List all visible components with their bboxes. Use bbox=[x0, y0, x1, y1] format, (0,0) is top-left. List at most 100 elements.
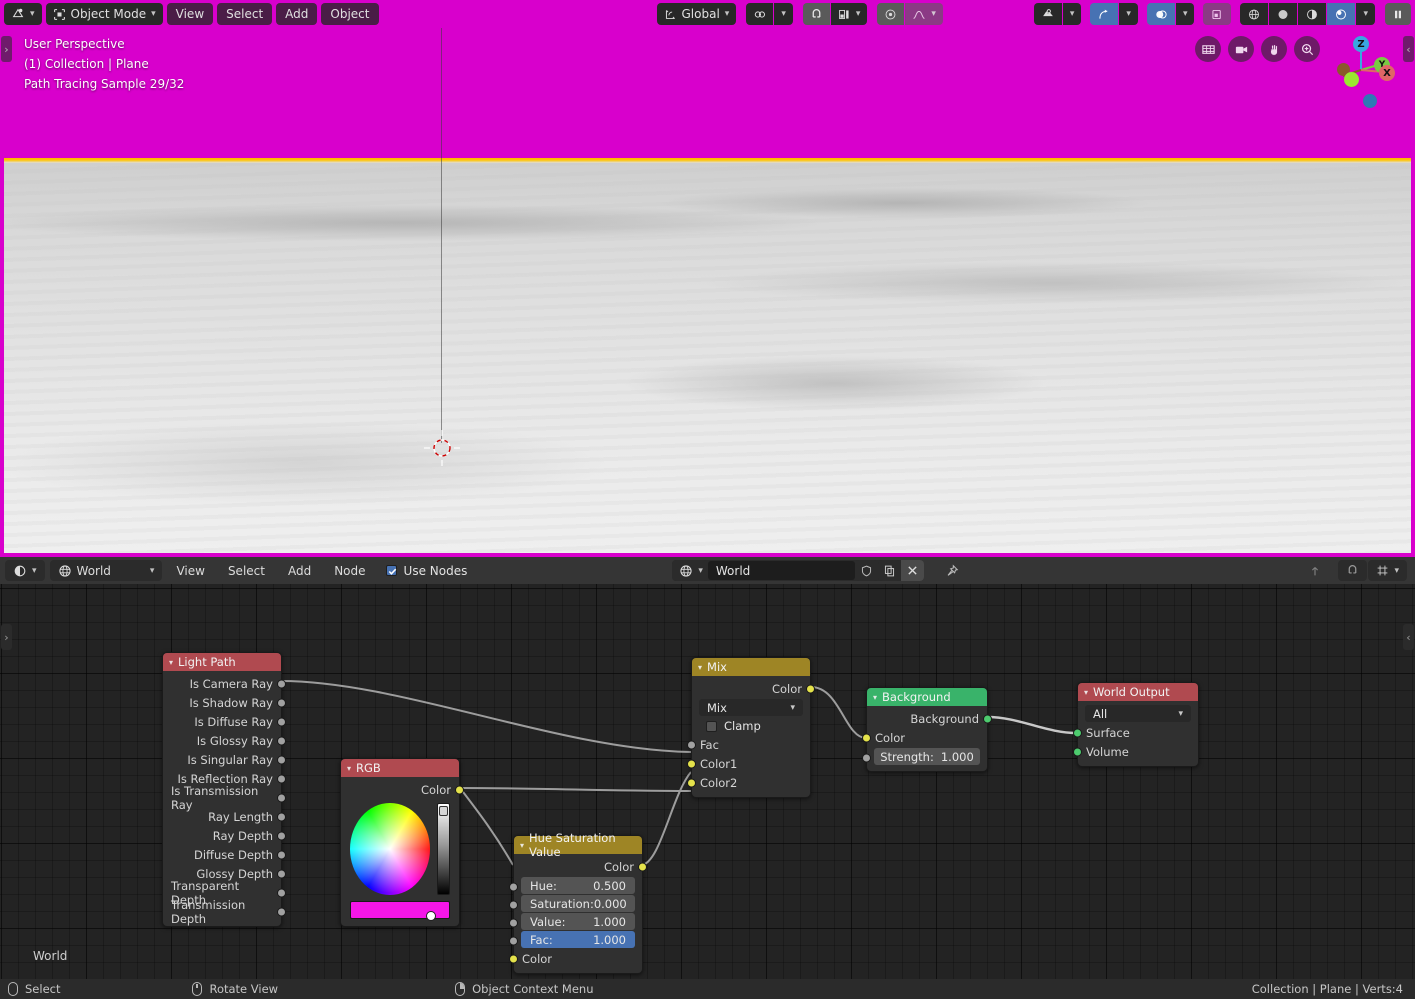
output-target-dropdown[interactable]: All ▾ bbox=[1085, 705, 1191, 722]
node-menu-node[interactable]: Node bbox=[325, 560, 374, 581]
socket-row-mix-color-out[interactable]: Color bbox=[692, 679, 815, 698]
pin-icon[interactable] bbox=[937, 560, 967, 581]
strength-slider[interactable]: Strength: 1.000 bbox=[874, 748, 980, 765]
input-socket[interactable] bbox=[509, 900, 518, 910]
socket-row-is-singular-ray[interactable]: Is Singular Ray bbox=[163, 750, 286, 769]
zoom-view-icon[interactable] bbox=[1294, 36, 1320, 62]
socket-row-rgb-color-out[interactable]: Color bbox=[341, 780, 464, 799]
visibility-dropdown-chevron-icon[interactable]: ▾ bbox=[1062, 3, 1082, 25]
node-hue-saturation-value[interactable]: ▾ Hue Saturation Value Color Hue: 0.500 bbox=[509, 831, 647, 974]
snap-dropdown-chevron-icon[interactable]: ▾ bbox=[774, 3, 793, 25]
input-socket[interactable] bbox=[509, 954, 518, 963]
socket-row-is-shadow-ray[interactable]: Is Shadow Ray bbox=[163, 693, 286, 712]
socket-row-is-transmission-ray[interactable]: Is Transmission Ray bbox=[163, 784, 286, 812]
node-canvas[interactable]: ▾ Light Path Is Camera Ray Is Shadow Ray… bbox=[0, 584, 1415, 979]
viewport-toolbar-toggle[interactable]: › bbox=[1, 36, 12, 62]
socket-row-surface[interactable]: Surface bbox=[1073, 723, 1198, 742]
world-icon[interactable]: ▾ bbox=[672, 560, 708, 581]
hsv-field-saturation[interactable]: Saturation: 0.000 bbox=[509, 895, 642, 912]
gizmo-axis-z[interactable]: Z bbox=[1353, 36, 1369, 52]
node-snap-target-icon[interactable]: ▾ bbox=[1368, 560, 1407, 581]
color-wheel[interactable] bbox=[350, 803, 430, 895]
transform-orientation-selector[interactable]: Global ▾ bbox=[656, 3, 737, 25]
output-socket[interactable] bbox=[277, 812, 286, 821]
magnet-icon[interactable] bbox=[802, 3, 830, 25]
shading-rendered-button[interactable] bbox=[1327, 3, 1356, 25]
gizmo-axis-neg-y[interactable] bbox=[1344, 72, 1359, 87]
output-socket[interactable] bbox=[983, 714, 992, 723]
viewport-sidebar-toggle[interactable]: ‹ bbox=[1403, 36, 1414, 62]
output-socket[interactable] bbox=[277, 793, 286, 802]
background-strength-row[interactable]: Strength: 1.000 bbox=[862, 748, 987, 765]
node-mix-header[interactable]: ▾ Mix bbox=[692, 658, 810, 676]
viewport-menu-object[interactable]: Object bbox=[321, 3, 379, 25]
node-rgb-header[interactable]: ▾ RGB bbox=[341, 759, 459, 777]
overlays-dropdown-chevron-icon[interactable]: ▾ bbox=[1175, 3, 1195, 25]
collapse-triangle-icon[interactable]: ▾ bbox=[1084, 688, 1088, 697]
proportional-falloff-icon[interactable]: ▾ bbox=[905, 3, 943, 25]
pause-render-icon[interactable] bbox=[1385, 3, 1411, 25]
socket-row-ray-length[interactable]: Ray Length bbox=[163, 807, 286, 826]
input-socket[interactable] bbox=[509, 918, 518, 928]
snap-target-icon[interactable]: ▾ bbox=[830, 3, 868, 25]
use-nodes-toggle[interactable]: Use Nodes bbox=[385, 564, 467, 578]
shading-solid-button[interactable] bbox=[1269, 3, 1298, 25]
collapse-triangle-icon[interactable]: ▾ bbox=[169, 658, 173, 667]
node-menu-add[interactable]: Add bbox=[279, 560, 320, 581]
hue-slider[interactable]: Hue: 0.500 bbox=[521, 877, 635, 894]
node-snap-base-icon[interactable] bbox=[1300, 560, 1330, 581]
socket-row-is-diffuse-ray[interactable]: Is Diffuse Ray bbox=[163, 712, 286, 731]
node-world-output-header[interactable]: ▾ World Output bbox=[1078, 683, 1198, 701]
socket-row-transmission-depth[interactable]: Transmission Depth bbox=[163, 898, 286, 926]
node-rgb[interactable]: ▾ RGB Color bbox=[340, 758, 464, 927]
unlink-datablock-icon[interactable] bbox=[900, 560, 924, 581]
collapse-triangle-icon[interactable]: ▾ bbox=[873, 693, 877, 702]
collapse-triangle-icon[interactable]: ▾ bbox=[347, 764, 351, 773]
input-socket[interactable] bbox=[687, 740, 696, 749]
shading-dropdown-chevron-icon[interactable]: ▾ bbox=[1356, 3, 1375, 25]
color-wheel-cursor[interactable] bbox=[426, 911, 436, 921]
node-sidebar-left-toggle[interactable]: › bbox=[1, 624, 12, 650]
socket-row-hsv-color-out[interactable]: Color bbox=[514, 857, 647, 876]
node-sidebar-right-toggle[interactable]: ‹ bbox=[1403, 624, 1414, 650]
saturation-slider[interactable]: Saturation: 0.000 bbox=[521, 895, 635, 912]
node-menu-select[interactable]: Select bbox=[219, 560, 274, 581]
new-datablock-icon[interactable] bbox=[877, 560, 901, 581]
node-menu-view[interactable]: View bbox=[167, 560, 213, 581]
output-socket[interactable] bbox=[277, 755, 286, 764]
editor-type-icon[interactable]: ▾ bbox=[4, 3, 42, 25]
shader-editor-icon[interactable]: ▾ bbox=[5, 560, 45, 581]
clamp-toggle[interactable]: Clamp bbox=[692, 717, 810, 735]
socket-row-is-glossy-ray[interactable]: Is Glossy Ray bbox=[163, 731, 286, 750]
shading-material-preview-button[interactable] bbox=[1298, 3, 1327, 25]
proportional-editing-icon[interactable] bbox=[877, 3, 905, 25]
collapse-triangle-icon[interactable]: ▾ bbox=[520, 841, 524, 850]
node-background-header[interactable]: ▾ Background bbox=[867, 688, 987, 706]
socket-row-mix-color2[interactable]: Color2 bbox=[687, 773, 810, 792]
socket-row-mix-fac[interactable]: Fac bbox=[687, 735, 810, 754]
socket-row-ray-depth[interactable]: Ray Depth bbox=[163, 826, 286, 845]
viewport-nav-gizmo[interactable]: Z Y X bbox=[1323, 32, 1395, 108]
input-socket[interactable] bbox=[1073, 728, 1082, 737]
viewport-menu-view[interactable]: View bbox=[166, 3, 214, 25]
input-socket[interactable] bbox=[862, 733, 871, 742]
input-socket[interactable] bbox=[509, 882, 518, 892]
output-socket[interactable] bbox=[806, 684, 815, 693]
value-slider-field[interactable]: Value: 1.000 bbox=[521, 913, 635, 930]
output-socket[interactable] bbox=[277, 907, 286, 916]
output-socket[interactable] bbox=[277, 717, 286, 726]
gizmo-icon[interactable] bbox=[1090, 3, 1119, 25]
viewport-header[interactable]: ▾ Object Mode ▾ View Select Add Object G… bbox=[0, 0, 1415, 28]
visibility-icon[interactable] bbox=[1033, 3, 1062, 25]
viewport-nav-buttons[interactable] bbox=[1195, 36, 1320, 62]
3d-viewport[interactable]: User Perspective (1) Collection | Plane … bbox=[0, 0, 1415, 557]
node-light-path[interactable]: ▾ Light Path Is Camera Ray Is Shadow Ray… bbox=[162, 652, 286, 927]
value-slider[interactable] bbox=[436, 803, 450, 895]
node-background[interactable]: ▾ Background Background Color Strength: … bbox=[862, 687, 992, 772]
xray-icon[interactable] bbox=[1203, 3, 1232, 25]
input-socket[interactable] bbox=[862, 753, 871, 763]
node-world-output[interactable]: ▾ World Output All ▾ Surface Volume bbox=[1073, 682, 1199, 767]
output-socket[interactable] bbox=[277, 888, 286, 897]
socket-row-background-out[interactable]: Background bbox=[867, 709, 992, 728]
grid-view-icon[interactable] bbox=[1195, 36, 1221, 62]
